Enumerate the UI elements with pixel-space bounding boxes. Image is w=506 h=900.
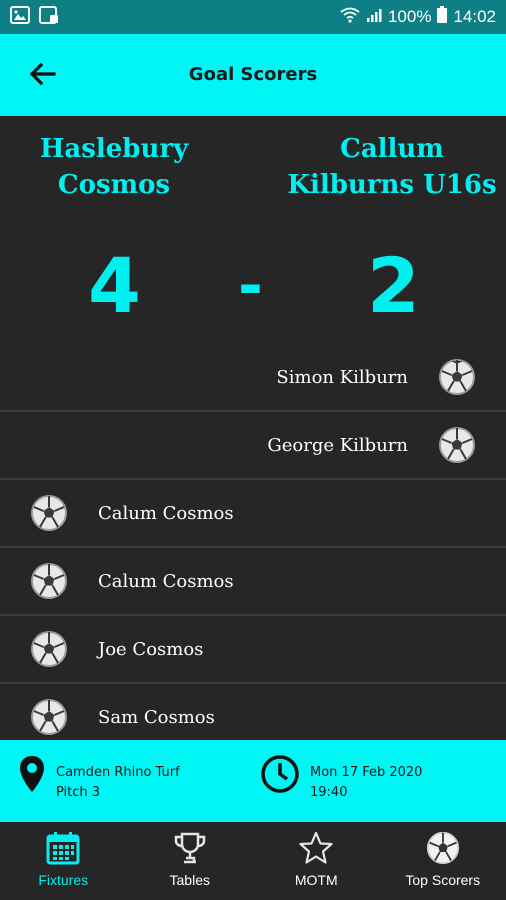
nav-label: Top Scorers — [405, 872, 481, 888]
trophy-icon — [172, 830, 208, 866]
scorer-name: Joe Cosmos — [98, 638, 204, 660]
football-icon — [425, 830, 461, 866]
football-icon — [438, 426, 476, 464]
nav-fixtures[interactable]: Fixtures — [0, 822, 127, 900]
gallery-icon — [10, 5, 30, 29]
list-item[interactable]: George Kilburn — [0, 410, 506, 478]
football-icon — [30, 630, 68, 668]
home-score: 4 — [88, 241, 141, 330]
away-team-line1: Callum — [340, 134, 444, 164]
football-icon — [438, 358, 476, 396]
away-score: 2 — [367, 241, 420, 330]
scorer-name: Sam Cosmos — [98, 706, 215, 728]
list-item[interactable]: Joe Cosmos — [0, 614, 506, 682]
venue-pitch: Pitch 3 — [56, 785, 101, 800]
status-bar-left — [10, 5, 59, 29]
home-team-line1: Haslebury — [39, 134, 189, 164]
match-time: 19:40 — [310, 785, 348, 800]
battery-percent: 100% — [387, 7, 432, 26]
home-team-name: Haslebury Cosmos — [0, 131, 234, 203]
score-separator: - — [238, 251, 263, 321]
football-icon — [30, 698, 68, 736]
away-team-name: Callum Kilburns U16s — [272, 131, 506, 203]
battery-icon — [437, 6, 448, 28]
scorer-name: George Kilburn — [267, 434, 408, 456]
calendar-icon — [45, 830, 81, 866]
football-icon — [30, 562, 68, 600]
app-bar: Goal Scorers — [0, 34, 506, 116]
status-bar: 100% 14:02 — [0, 0, 506, 34]
list-item[interactable]: Calum Cosmos — [0, 478, 506, 546]
datetime-info: Mon 17 Feb 2020 19:40 — [260, 754, 422, 803]
clock-time: 14:02 — [453, 7, 496, 26]
location-pin-icon — [18, 754, 46, 798]
list-item[interactable]: Sam Cosmos — [0, 682, 506, 740]
venue-name: Camden Rhino Turf — [56, 765, 180, 780]
away-team-line2: Kilburns U16s — [287, 170, 497, 200]
venue-info: Camden Rhino Turf Pitch 3 — [18, 754, 180, 803]
nav-motm[interactable]: MOTM — [253, 822, 380, 900]
nav-label: MOTM — [294, 872, 338, 888]
page-title: Goal Scorers — [188, 64, 318, 85]
home-team-line2: Cosmos — [57, 170, 171, 200]
status-bar-right: 100% 14:02 — [340, 6, 496, 28]
clock-icon — [260, 754, 300, 798]
signal-icon — [366, 7, 382, 28]
list-item[interactable]: Calum Cosmos — [0, 546, 506, 614]
match-info-bar: Camden Rhino Turf Pitch 3 Mon 17 Feb 202… — [0, 740, 506, 822]
nav-label: Fixtures — [38, 872, 89, 888]
nav-tables[interactable]: Tables — [127, 822, 254, 900]
list-item[interactable]: Simon Kilburn — [0, 344, 506, 410]
bottom-nav: Fixtures Tables MOTM Top Scorers — [0, 822, 506, 900]
football-icon — [30, 494, 68, 532]
screenshot-icon — [39, 5, 59, 29]
wifi-icon — [340, 7, 360, 28]
star-icon — [298, 830, 334, 866]
match-date: Mon 17 Feb 2020 — [310, 765, 423, 780]
scorer-name: Calum Cosmos — [98, 570, 234, 592]
scorer-name: Calum Cosmos — [98, 502, 234, 524]
scorer-name: Simon Kilburn — [276, 366, 408, 388]
nav-label: Tables — [169, 872, 210, 888]
scorers-list: Simon Kilburn George Kilburn Calum Cosmo… — [0, 344, 506, 740]
nav-top-scorers[interactable]: Top Scorers — [380, 822, 506, 900]
